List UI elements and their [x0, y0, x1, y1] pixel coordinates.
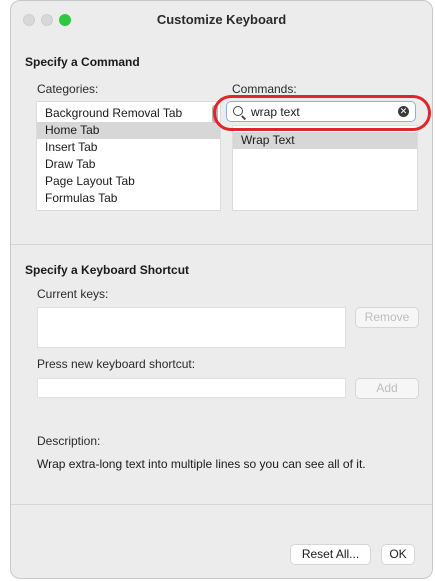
category-item-formulas-tab[interactable]: Formulas Tab — [37, 190, 220, 207]
category-item-home-tab[interactable]: Home Tab — [37, 122, 220, 139]
window-title: Customize Keyboard — [156, 12, 287, 27]
remove-button[interactable]: Remove — [355, 307, 419, 328]
new-shortcut-field[interactable] — [37, 378, 346, 398]
ok-button[interactable]: OK — [381, 544, 415, 565]
commands-label: Commands: — [232, 82, 297, 96]
commands-list[interactable]: Wrap Text — [232, 125, 418, 211]
category-item-background-removal-tab[interactable]: Background Removal Tab — [37, 105, 220, 122]
footer-divider — [11, 504, 432, 505]
current-keys-label: Current keys: — [37, 287, 109, 301]
category-item-page-layout-tab[interactable]: Page Layout Tab — [37, 173, 220, 190]
category-item-insert-tab[interactable]: Insert Tab — [37, 139, 220, 156]
reset-all-button[interactable]: Reset All... — [290, 544, 371, 565]
search-highlight-ring — [213, 95, 431, 131]
current-keys-list[interactable] — [37, 307, 346, 348]
categories-label: Categories: — [37, 82, 99, 96]
section-divider — [11, 244, 432, 245]
command-section-heading: Specify a Command — [25, 55, 140, 69]
category-item-draw-tab[interactable]: Draw Tab — [37, 156, 220, 173]
description-text: Wrap extra-long text into multiple lines… — [37, 457, 366, 471]
description-label: Description: — [37, 434, 101, 448]
title-bar: Customize Keyboard — [11, 1, 432, 37]
categories-list[interactable]: Background Removal Tab Home Tab Insert T… — [36, 101, 221, 211]
new-shortcut-label: Press new keyboard shortcut: — [37, 357, 196, 371]
command-item-wrap-text[interactable]: Wrap Text — [233, 132, 417, 149]
customize-keyboard-dialog: Customize Keyboard Specify a Command Cat… — [10, 0, 433, 579]
shortcut-section-heading: Specify a Keyboard Shortcut — [25, 263, 190, 277]
add-button[interactable]: Add — [355, 378, 419, 399]
